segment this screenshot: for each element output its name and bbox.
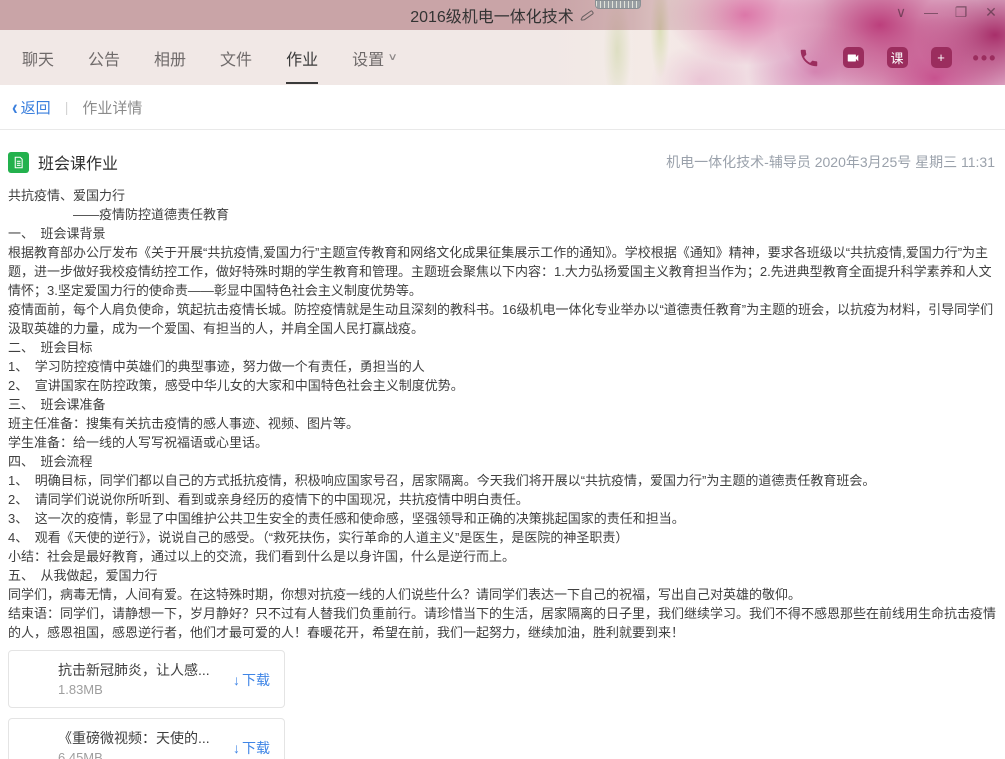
body-line: 四、 班会流程: [8, 452, 997, 471]
tab-album[interactable]: 相册: [154, 30, 186, 85]
body-line: 1、 明确目标，同学们都以自己的方式抵抗疫情，积极响应国家号召，居家隔离。今天我…: [8, 471, 997, 490]
tab-settings[interactable]: 设置 ∨: [352, 30, 396, 85]
body-line: 疫情面前，每个人肩负使命，筑起抗击疫情长城。防控疫情就是生动且深刻的教科书。16…: [8, 300, 997, 338]
attachment-name: 抗击新冠肺炎，让人感...: [58, 660, 238, 680]
group-title-row: 2016级机电一体化技术: [0, 0, 1005, 30]
course-badge-icon: 课: [887, 47, 908, 68]
body-line: 根据教育部办公厅发布《关于开展“共抗疫情,爱国力行”主题宣传教育和网络文化成果征…: [8, 243, 997, 300]
homework-body: 共抗疫情、爱国力行 ——疫情防控道德责任教育 一、 班会课背景 根据教育部办公厅…: [8, 186, 997, 642]
group-header: 2016级机电一体化技术 ∨ — ❐ ✕ 聊天 公告 相册 文件 作业 设置: [0, 0, 1005, 85]
attachment-card[interactable]: 《重磅微视频：天使的... 6.45MB ↓ 下载: [8, 718, 285, 759]
body-line: 班主任准备：搜集有关抗击疫情的感人事迹、视频、图片等。: [8, 414, 997, 433]
tab-chat[interactable]: 聊天: [22, 30, 54, 85]
plus-bubble-icon: +: [931, 47, 952, 68]
homework-title: 班会课作业: [38, 150, 118, 174]
homework-title-row: 班会课作业 机电一体化技术-辅导员 2020年3月25号 星期三 11:31: [8, 150, 997, 174]
download-label: 下载: [242, 670, 270, 690]
phone-icon: [798, 47, 820, 69]
body-line: 小结：社会是最好教育，通过以上的交流，我们看到什么是以身许国，什么是逆行而上。: [8, 547, 997, 566]
more-button[interactable]: •••: [973, 46, 997, 70]
tab-announcements[interactable]: 公告: [88, 30, 120, 85]
edit-title-icon[interactable]: [579, 6, 596, 23]
close-button[interactable]: ✕: [983, 4, 999, 21]
document-icon: [8, 152, 29, 173]
breadcrumb-divider: |: [65, 99, 69, 115]
back-button[interactable]: ‹ 返回: [12, 97, 51, 118]
add-app-button[interactable]: +: [929, 46, 953, 70]
body-line: 五、 从我做起，爱国力行: [8, 566, 997, 585]
body-line: 结束语：同学们，请静想一下，岁月静好？只不过有人替我们负重前行。请珍惜当下的生活…: [8, 604, 997, 642]
nav-tabs: 聊天 公告 相册 文件 作业 设置 ∨: [0, 30, 413, 85]
video-call-button[interactable]: [841, 46, 865, 70]
body-line: 三、 班会课准备: [8, 395, 997, 414]
download-arrow-icon: ↓: [233, 740, 240, 756]
body-line: 学生准备：给一线的人写写祝福语或心里话。: [8, 433, 997, 452]
download-label: 下载: [242, 738, 270, 758]
chevron-down-icon[interactable]: ∨: [893, 4, 909, 21]
body-line: 1、 学习防控疫情中英雄们的典型事迹，努力做一个有责任，勇担当的人: [8, 357, 997, 376]
attachment-name: 《重磅微视频：天使的...: [58, 728, 238, 748]
homework-detail: 班会课作业 机电一体化技术-辅导员 2020年3月25号 星期三 11:31 共…: [0, 130, 1005, 759]
voice-call-button[interactable]: [797, 46, 821, 70]
attachment-list: 抗击新冠肺炎，让人感... 1.83MB ↓ 下载 《重磅微视频：天使的... …: [8, 650, 997, 759]
tab-homework[interactable]: 作业: [286, 30, 318, 85]
maximize-button[interactable]: ❐: [953, 4, 969, 21]
body-line: 4、 观看《天使的逆行》，说说自己的感受。（“救死扶伤，实行革命的人道主义”是医…: [8, 528, 997, 547]
page-title: 作业详情: [82, 97, 142, 118]
attachment-size: 6.45MB: [58, 750, 103, 759]
back-label: 返回: [21, 97, 51, 118]
ellipsis-icon: •••: [973, 54, 998, 62]
attachment-card[interactable]: 抗击新冠肺炎，让人感... 1.83MB ↓ 下载: [8, 650, 285, 708]
body-line: 2、 请同学们说说你所听到、看到或亲身经历的疫情下的中国现况，共抗疫情中明白责任…: [8, 490, 997, 509]
breadcrumb: ‹ 返回 | 作业详情: [0, 85, 1005, 130]
download-arrow-icon: ↓: [233, 672, 240, 688]
body-line: 3、 这一次的疫情，彰显了中国维护公共卫生安全的责任感和使命感，坚强领导和正确的…: [8, 509, 997, 528]
window-titlebar: 2016级机电一体化技术 ∨ — ❐ ✕: [0, 0, 1005, 30]
body-line: 2、 宣讲国家在防控政策，感受中华儿女的大家和中国特色社会主义制度优势。: [8, 376, 997, 395]
body-line: 一、 班会课背景: [8, 224, 997, 243]
group-title: 2016级机电一体化技术: [410, 3, 574, 27]
chevron-down-icon: ∨: [388, 52, 398, 63]
body-line: 共抗疫情、爱国力行: [8, 186, 997, 205]
tab-files[interactable]: 文件: [220, 30, 252, 85]
minimize-button[interactable]: —: [923, 4, 939, 21]
group-homework-window: 2016级机电一体化技术 ∨ — ❐ ✕ 聊天 公告 相册 文件 作业 设置: [0, 0, 1005, 759]
attachment-size: 1.83MB: [58, 682, 103, 697]
chevron-left-icon: ‹: [12, 96, 18, 117]
nav-action-icons: 课 + •••: [797, 30, 997, 85]
download-button[interactable]: ↓ 下载: [233, 670, 270, 690]
class-course-button[interactable]: 课: [885, 46, 909, 70]
body-line: ——疫情防控道德责任教育: [8, 205, 997, 224]
homework-author-timestamp: 机电一体化技术-辅导员 2020年3月25号 星期三 11:31: [666, 152, 997, 172]
window-controls: ∨ — ❐ ✕: [893, 4, 999, 21]
video-camera-icon: [843, 47, 864, 68]
body-line: 同学们，病毒无情，人间有爱。在这特殊时期，你想对抗疫一线的人们说些什么？请同学们…: [8, 585, 997, 604]
download-button[interactable]: ↓ 下载: [233, 738, 270, 758]
body-line: 二、 班会目标: [8, 338, 997, 357]
